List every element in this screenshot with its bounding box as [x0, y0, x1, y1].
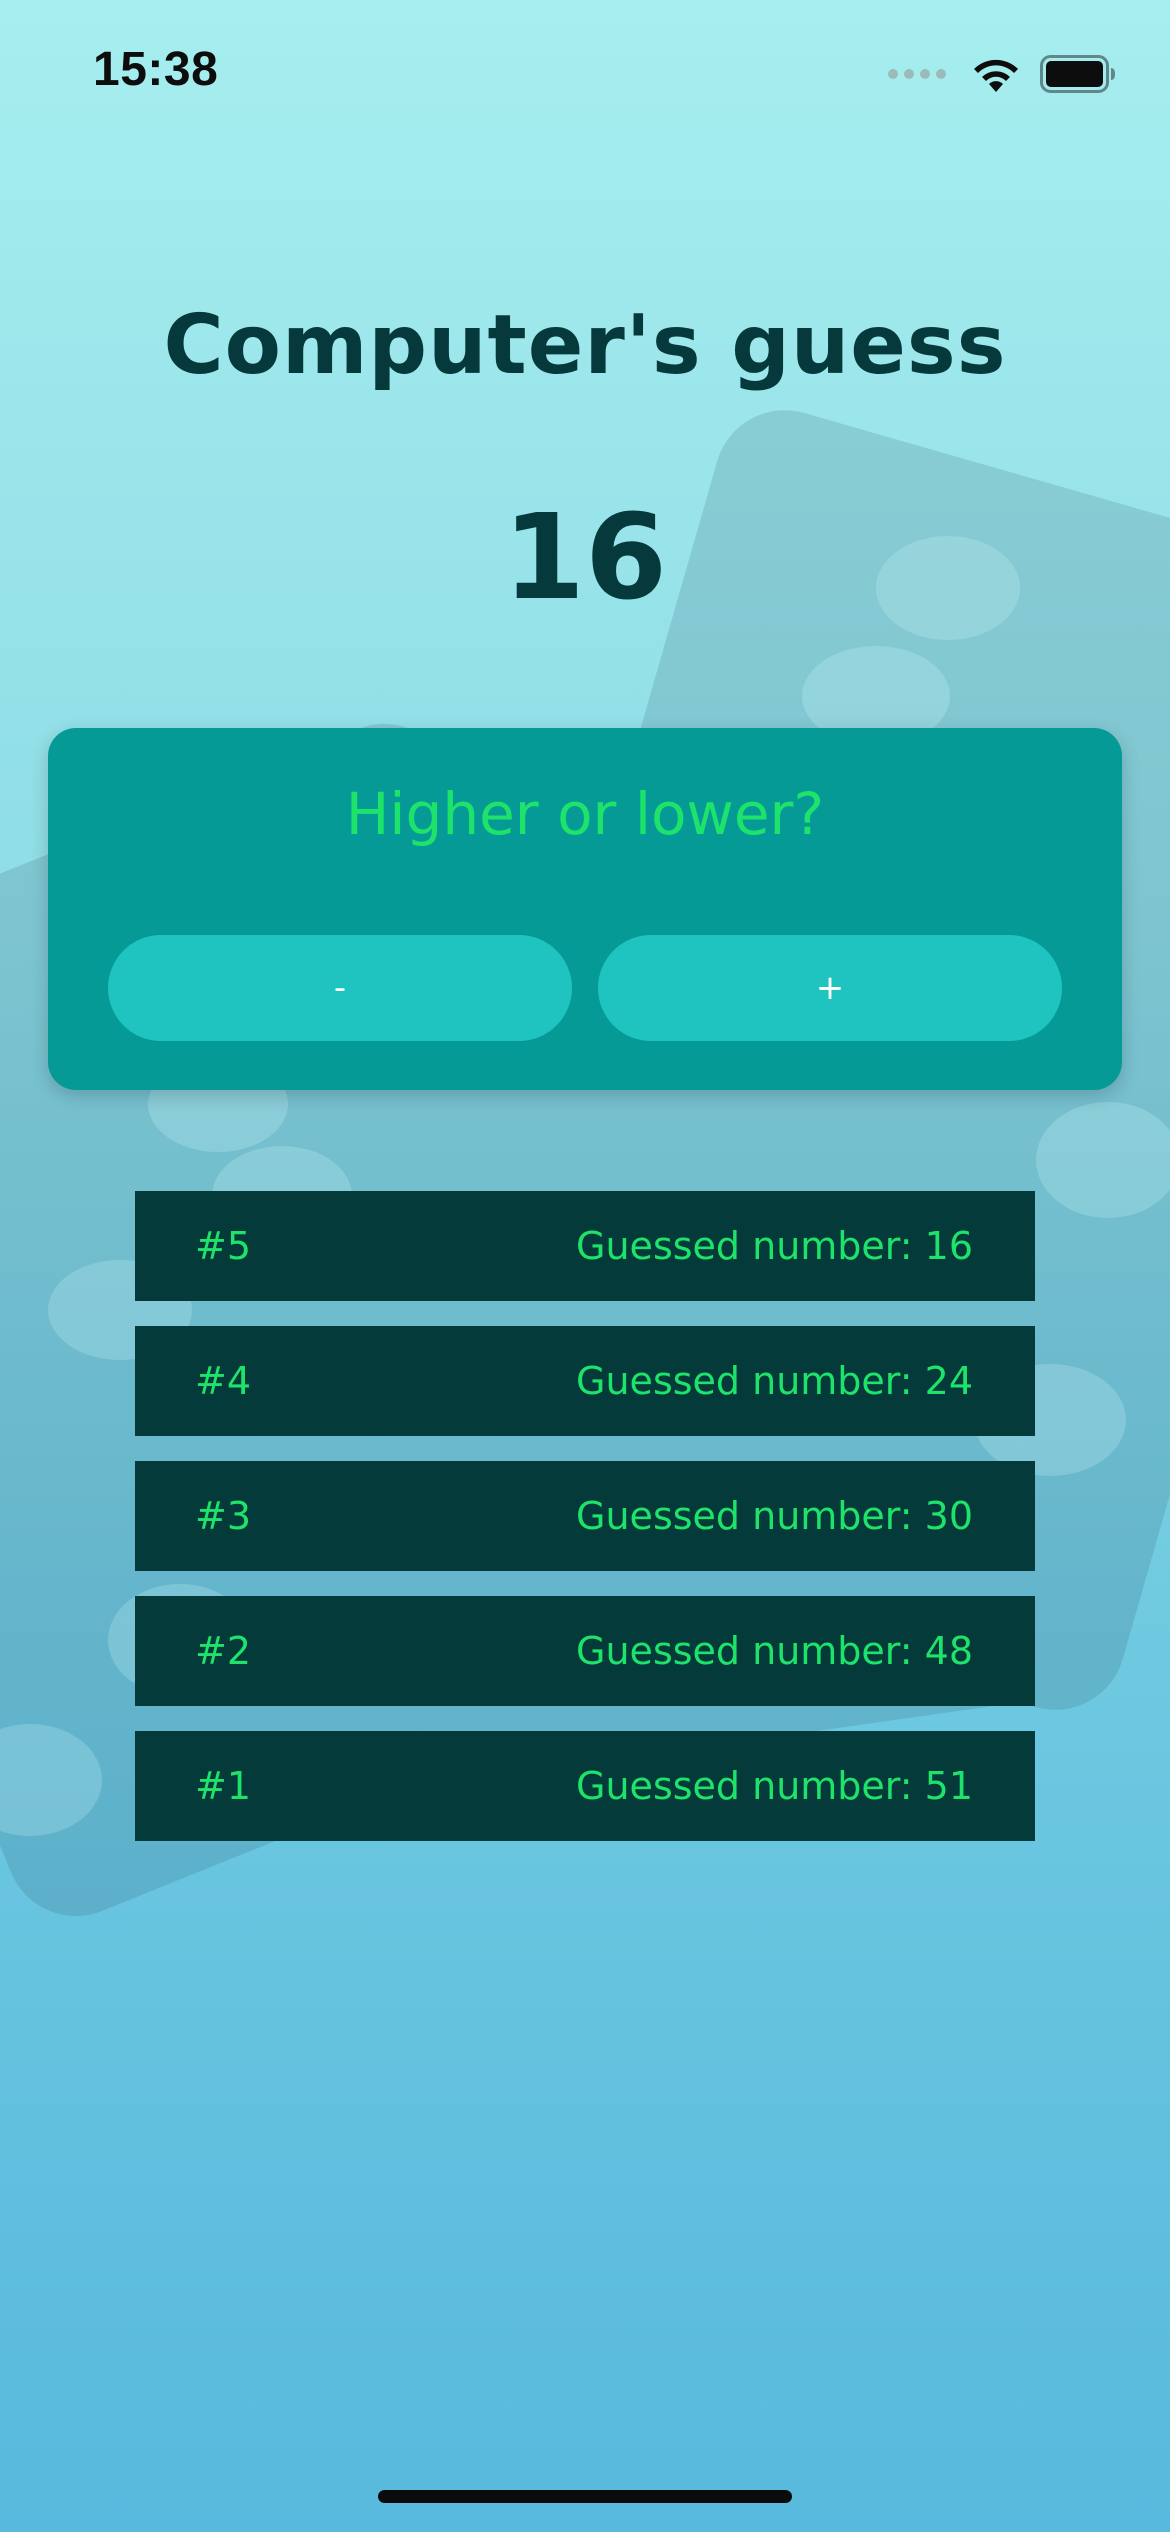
higher-button[interactable]: + [598, 935, 1062, 1041]
guess-round-label: #4 [195, 1359, 252, 1403]
page-title: Computer's guess [163, 298, 1007, 393]
status-time: 15:38 [93, 43, 219, 96]
guessed-number-text: Guessed number: 30 [576, 1494, 973, 1538]
guessed-number-text: Guessed number: 51 [576, 1764, 973, 1808]
current-guess-number: 16 [502, 488, 668, 626]
lower-button[interactable]: - [108, 935, 572, 1041]
list-item: #2 Guessed number: 48 [135, 1596, 1035, 1706]
guess-round-label: #2 [195, 1629, 252, 1673]
guess-log-list: #5 Guessed number: 16 #4 Guessed number:… [135, 1191, 1035, 1866]
signal-icon [888, 69, 946, 79]
guessed-number-text: Guessed number: 24 [576, 1359, 973, 1403]
guess-round-label: #1 [195, 1764, 252, 1808]
guessed-number-text: Guessed number: 48 [576, 1629, 973, 1673]
list-item: #1 Guessed number: 51 [135, 1731, 1035, 1841]
wifi-icon [974, 59, 1018, 92]
list-item: #3 Guessed number: 30 [135, 1461, 1035, 1571]
guessed-number-text: Guessed number: 16 [576, 1224, 973, 1268]
guess-round-label: #5 [195, 1224, 252, 1268]
higher-lower-card: Higher or lower? - + [48, 728, 1122, 1090]
guess-round-label: #3 [195, 1494, 252, 1538]
list-item: #4 Guessed number: 24 [135, 1326, 1035, 1436]
list-item: #5 Guessed number: 16 [135, 1191, 1035, 1301]
higher-lower-question: Higher or lower? [345, 780, 825, 848]
battery-icon [1040, 55, 1115, 93]
home-indicator[interactable] [378, 2490, 792, 2503]
status-bar: 15:38 [0, 0, 1170, 150]
status-icons [888, 52, 1116, 96]
